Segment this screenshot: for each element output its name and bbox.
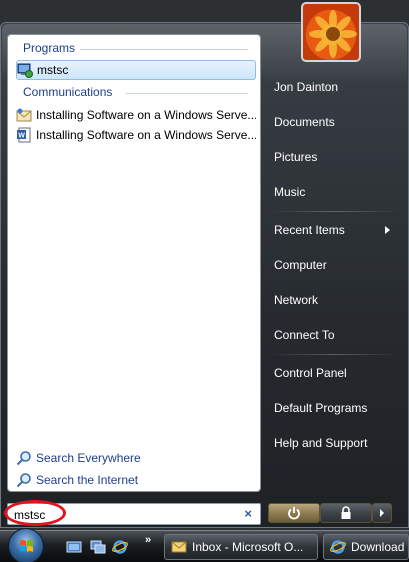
lock-button[interactable] <box>320 503 372 523</box>
right-item-documents[interactable]: Documents <box>264 107 404 137</box>
submenu-arrow-icon <box>385 226 390 234</box>
taskbar-button-ie[interactable]: Download t <box>323 534 409 560</box>
communication-item-label: Installing Software on a Windows Serve..… <box>36 108 256 122</box>
envelope-icon <box>16 108 32 122</box>
arrow-right-icon <box>380 509 384 517</box>
separator <box>270 211 400 212</box>
taskbar-button-outlook[interactable]: Inbox - Microsoft O... <box>164 534 318 560</box>
program-item-label: mstsc <box>37 63 69 77</box>
search-internet-label: Search the Internet <box>36 473 139 487</box>
program-item-mstsc[interactable]: mstsc <box>16 60 256 80</box>
recent-items-label: Recent Items <box>274 223 345 237</box>
power-icon <box>288 507 300 520</box>
right-item-connect-to[interactable]: Connect To <box>264 320 404 350</box>
computer-label: Computer <box>274 258 327 272</box>
right-item-default-programs[interactable]: Default Programs <box>264 393 404 423</box>
magnifier-icon <box>16 473 31 488</box>
flower-icon <box>309 10 357 58</box>
taskbar-button-label: Download t <box>351 540 409 554</box>
pictures-label: Pictures <box>274 150 318 164</box>
help-support-label: Help and Support <box>274 436 368 450</box>
search-everywhere-label: Search Everywhere <box>36 451 141 465</box>
windows-logo-icon <box>20 540 33 552</box>
start-button[interactable] <box>8 528 44 562</box>
communications-rule <box>126 93 248 94</box>
documents-label: Documents <box>274 115 335 129</box>
control-panel-label: Control Panel <box>274 366 347 380</box>
right-item-pictures[interactable]: Pictures <box>264 142 404 172</box>
right-item-network[interactable]: Network <box>264 285 404 315</box>
right-item-user[interactable]: Jon Dainton <box>264 72 404 102</box>
programs-rule <box>80 49 248 50</box>
search-everywhere-link[interactable]: Search Everywhere <box>16 449 141 467</box>
user-name-label: Jon Dainton <box>274 80 339 94</box>
lock-icon <box>341 506 351 519</box>
search-internet-link[interactable]: Search the Internet <box>16 471 138 489</box>
music-label: Music <box>274 185 306 199</box>
internet-explorer-icon <box>330 540 346 554</box>
remote-desktop-icon <box>17 63 33 78</box>
default-programs-label: Default Programs <box>274 401 368 415</box>
right-item-recent-items[interactable]: Recent Items <box>264 215 404 245</box>
connect-to-label: Connect To <box>274 328 335 342</box>
highlight-ellipse <box>4 500 66 526</box>
quick-launch-more[interactable]: » <box>145 534 151 546</box>
clear-search-icon[interactable]: × <box>244 506 252 521</box>
magnifier-icon <box>16 451 31 466</box>
show-desktop-icon[interactable] <box>66 539 82 555</box>
right-item-computer[interactable]: Computer <box>264 250 404 280</box>
word-document-icon: W <box>17 127 31 143</box>
programs-heading: Programs <box>23 41 76 55</box>
communication-item-label: Installing Software on a Windows Serve..… <box>36 128 256 142</box>
communications-heading: Communications <box>23 85 113 99</box>
communication-item[interactable]: W Installing Software on a Windows Serve… <box>16 125 256 145</box>
svg-text:W: W <box>18 133 25 140</box>
shutdown-options-button[interactable] <box>372 503 392 523</box>
network-label: Network <box>274 293 319 307</box>
communication-item[interactable]: Installing Software on a Windows Serve..… <box>16 105 256 125</box>
right-item-music[interactable]: Music <box>264 177 404 207</box>
power-button[interactable] <box>268 503 320 523</box>
outlook-icon <box>171 541 187 553</box>
separator <box>270 354 400 355</box>
right-item-control-panel[interactable]: Control Panel <box>264 358 404 388</box>
right-item-help-support[interactable]: Help and Support <box>264 428 404 458</box>
switch-windows-icon[interactable] <box>90 539 106 555</box>
left-panel: Programs mstsc Communications Installing… <box>7 34 261 492</box>
user-picture[interactable] <box>301 2 361 62</box>
internet-explorer-icon[interactable] <box>112 539 128 555</box>
taskbar-button-label: Inbox - Microsoft O... <box>192 540 304 554</box>
